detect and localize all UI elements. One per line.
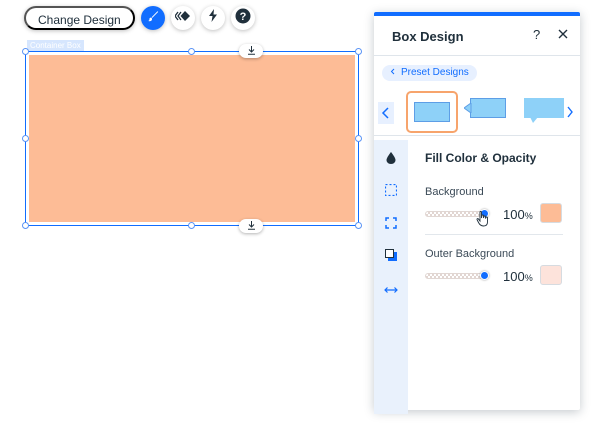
- preset-designs-label: Preset Designs: [401, 67, 469, 78]
- sidebar-item-border[interactable]: [383, 183, 399, 201]
- background-label: Background: [425, 186, 484, 198]
- svg-text:?: ?: [239, 11, 246, 23]
- layout-arrows-icon: [384, 281, 398, 299]
- divider: [425, 234, 563, 235]
- download-arrow-icon: [247, 217, 256, 235]
- resize-handle-bottom[interactable]: [188, 222, 195, 229]
- container-box-fill[interactable]: [29, 55, 355, 222]
- section-title: Fill Color & Opacity: [425, 151, 537, 165]
- chevron-right-icon: [566, 105, 574, 122]
- background-opacity-unit: %: [524, 211, 533, 221]
- preset-row: Preset Designs: [374, 56, 580, 86]
- panel-close-button[interactable]: [556, 27, 570, 41]
- outer-background-color-swatch[interactable]: [540, 265, 562, 285]
- sidebar-item-layout[interactable]: [383, 282, 399, 298]
- preset-thumb-2[interactable]: [464, 98, 506, 120]
- sidebar-item-shadow[interactable]: [383, 249, 399, 265]
- design-brush-icon: [147, 9, 159, 27]
- preset-thumb-tail: [530, 117, 538, 123]
- preset-thumb-selected[interactable]: [406, 91, 458, 133]
- panel-help-button[interactable]: ?: [533, 27, 540, 42]
- outer-background-opacity-unit: %: [524, 273, 533, 283]
- background-opacity-number: 100: [503, 207, 525, 222]
- chevron-left-icon: [378, 107, 394, 128]
- resize-handle-top-right[interactable]: [355, 48, 362, 55]
- close-icon: [556, 28, 570, 45]
- slider-track: [425, 273, 485, 279]
- animation-button[interactable]: [170, 6, 195, 30]
- background-color-swatch[interactable]: [540, 203, 562, 223]
- chevron-left-icon: [390, 65, 395, 81]
- background-opacity-value[interactable]: 100%: [503, 207, 533, 222]
- slider-knob[interactable]: [480, 271, 489, 280]
- download-arrow-icon: [247, 42, 256, 60]
- animation-icon: [173, 9, 191, 27]
- preset-designs-button[interactable]: Preset Designs: [382, 65, 477, 81]
- shadow-icon: [385, 248, 397, 266]
- lightning-icon: [208, 9, 218, 27]
- resize-handle-left[interactable]: [22, 135, 29, 142]
- sidebar-item-corners[interactable]: [383, 217, 399, 233]
- box-design-panel: Box Design ? Preset Designs Fill Color &…: [374, 12, 580, 414]
- preset-thumb-shape: [414, 102, 450, 122]
- help-button[interactable]: ?: [230, 6, 255, 30]
- outer-background-opacity-slider[interactable]: [425, 271, 489, 280]
- panel-header: Box Design ?: [374, 16, 580, 56]
- corners-icon: [385, 216, 397, 234]
- design-button[interactable]: [140, 6, 165, 30]
- thumbnails-prev-button[interactable]: [378, 102, 394, 124]
- preset-thumb-tail: [464, 103, 472, 113]
- stretch-bottom-button[interactable]: [239, 219, 263, 233]
- stretch-top-button[interactable]: [239, 44, 263, 58]
- help-icon: ?: [235, 8, 251, 29]
- change-design-button[interactable]: Change Design: [24, 6, 135, 30]
- floating-toolbar: Change Design ?: [24, 6, 255, 30]
- fill-drop-icon: [386, 151, 396, 169]
- outer-background-opacity-value[interactable]: 100%: [503, 269, 533, 284]
- outer-background-opacity-number: 100: [503, 269, 525, 284]
- resize-handle-bottom-left[interactable]: [22, 222, 29, 229]
- sidebar-item-fill[interactable]: [383, 152, 399, 168]
- resize-handle-top[interactable]: [188, 48, 195, 55]
- resize-handle-bottom-right[interactable]: [355, 222, 362, 229]
- preset-thumb-shape: [470, 98, 506, 118]
- thumbnails-next-button[interactable]: [566, 105, 574, 123]
- preset-thumbnails: [374, 86, 580, 136]
- panel-title: Box Design: [392, 29, 464, 44]
- hand-cursor-icon: [476, 211, 490, 232]
- resize-handle-top-left[interactable]: [22, 48, 29, 55]
- preset-thumb-shape: [524, 98, 564, 118]
- outer-background-label: Outer Background: [425, 248, 515, 260]
- border-icon: [384, 183, 398, 201]
- preset-thumb-3[interactable]: [524, 98, 564, 124]
- interactions-button[interactable]: [200, 6, 225, 30]
- design-sidebar: [374, 140, 408, 414]
- resize-handle-right[interactable]: [355, 135, 362, 142]
